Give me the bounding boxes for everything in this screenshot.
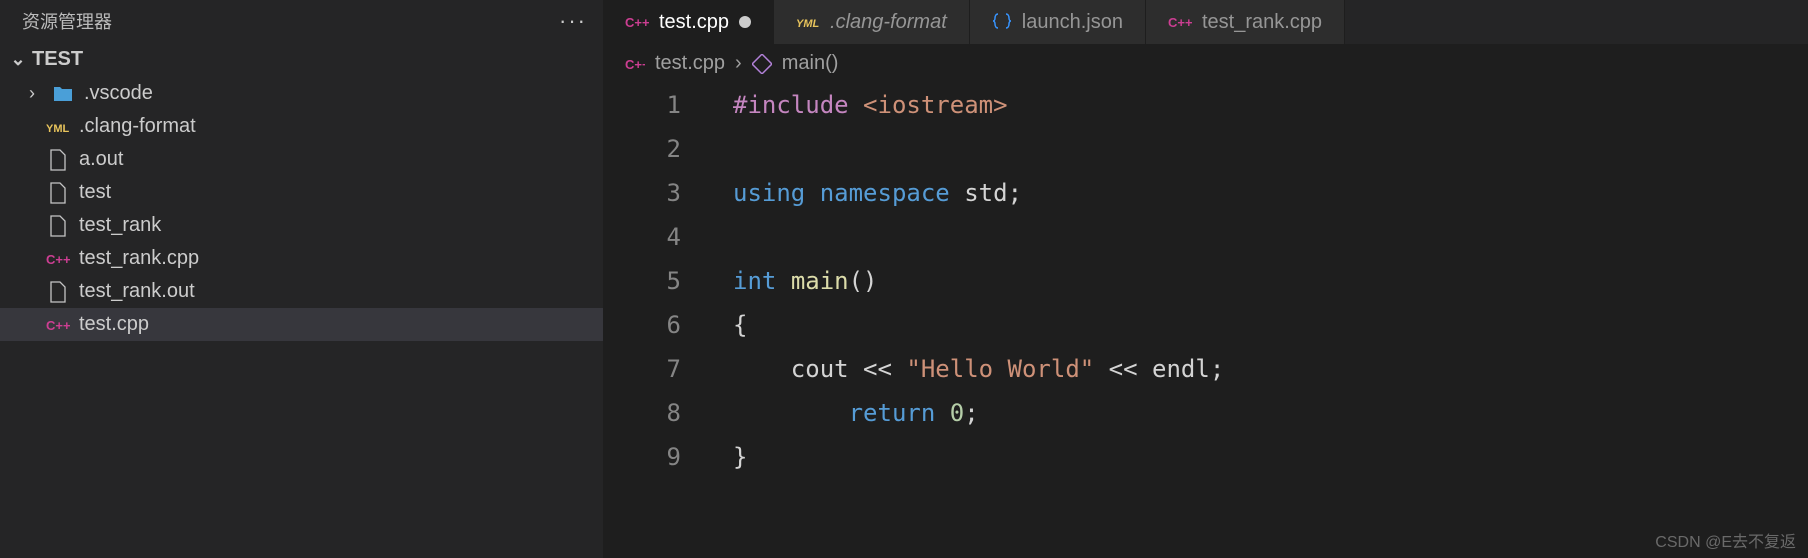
- svg-text:C++: C++: [625, 15, 649, 30]
- chevron-right-icon: ›: [735, 52, 742, 75]
- line-number: 1: [603, 83, 681, 127]
- line-number: 3: [603, 171, 681, 215]
- chevron-right-icon: ›: [22, 83, 42, 104]
- explorer-title: 资源管理器: [22, 8, 112, 34]
- folder-root[interactable]: ⌄ TEST: [0, 42, 603, 77]
- folder-name: TEST: [32, 48, 83, 71]
- editor-area: C++ test.cpp YML .clang-format launch.json C+…: [603, 0, 1808, 558]
- folder-icon: [50, 83, 76, 105]
- yaml-icon: YML: [796, 13, 820, 31]
- item-label: .clang-format: [79, 115, 196, 138]
- yaml-icon: YML: [45, 118, 71, 136]
- item-label: a.out: [79, 148, 123, 171]
- dirty-indicator-icon: [739, 16, 751, 28]
- item-label: test: [79, 181, 111, 204]
- item-label: test.cpp: [79, 313, 149, 336]
- item-label: .vscode: [84, 82, 153, 105]
- item-label: test_rank.out: [79, 280, 195, 303]
- line-number: 5: [603, 259, 681, 303]
- tab-launch-json[interactable]: launch.json: [970, 0, 1146, 44]
- file-item[interactable]: test_rank.out: [0, 275, 603, 308]
- svg-text:C++: C++: [1168, 15, 1192, 30]
- item-label: test_rank.cpp: [79, 247, 199, 270]
- tab-label: launch.json: [1022, 11, 1123, 34]
- file-icon: [45, 182, 71, 204]
- code-line: cout << "Hello World" << endl;: [733, 347, 1808, 391]
- cpp-icon: C++: [625, 13, 649, 31]
- tab-bar: C++ test.cpp YML .clang-format launch.json C+…: [603, 0, 1808, 44]
- file-item[interactable]: YML .clang-format: [0, 110, 603, 143]
- more-actions-icon[interactable]: ···: [559, 8, 587, 34]
- svg-text:C++: C++: [46, 252, 70, 267]
- line-number: 8: [603, 391, 681, 435]
- file-item[interactable]: C++ test_rank.cpp: [0, 242, 603, 275]
- code-lines: #include <iostream> using namespace std; i…: [603, 83, 1808, 479]
- code-line: [733, 215, 1808, 259]
- svg-text:C++: C++: [46, 318, 70, 333]
- cpp-icon: C++: [45, 316, 71, 334]
- tab-label: test_rank.cpp: [1202, 11, 1322, 34]
- chevron-down-icon: ⌄: [8, 49, 28, 70]
- code-line: {: [733, 303, 1808, 347]
- cpp-icon: C++: [1168, 13, 1192, 31]
- line-number: 2: [603, 127, 681, 171]
- breadcrumb[interactable]: C++ test.cpp › main(): [603, 44, 1808, 83]
- code-line: using namespace std;: [733, 171, 1808, 215]
- file-item[interactable]: test: [0, 176, 603, 209]
- svg-text:C++: C++: [625, 57, 645, 72]
- explorer-sidebar: 资源管理器 ··· ⌄ TEST › .vscode YML .clang-forma…: [0, 0, 603, 558]
- svg-text:YML: YML: [46, 123, 70, 135]
- folder-item[interactable]: › .vscode: [0, 77, 603, 110]
- code-line: }: [733, 435, 1808, 479]
- code-line: #include <iostream>: [733, 83, 1808, 127]
- file-icon: [45, 215, 71, 237]
- tab-test_rank-cpp[interactable]: C++ test_rank.cpp: [1146, 0, 1345, 44]
- line-gutter: 123456789: [603, 83, 711, 479]
- tab--clang-format[interactable]: YML .clang-format: [774, 0, 970, 44]
- json-icon: [992, 12, 1012, 32]
- code-line: return 0;: [733, 391, 1808, 435]
- symbol-icon: [752, 54, 772, 74]
- item-label: test_rank: [79, 214, 161, 237]
- watermark: CSDN @E去不复返: [1655, 528, 1796, 552]
- file-icon: [45, 149, 71, 171]
- code-line: [733, 127, 1808, 171]
- explorer-header: 资源管理器 ···: [0, 0, 603, 42]
- breadcrumb-file: test.cpp: [655, 52, 725, 75]
- line-number: 7: [603, 347, 681, 391]
- cpp-icon: C++: [45, 250, 71, 268]
- code-line: int main(): [733, 259, 1808, 303]
- tab-label: .clang-format: [830, 11, 947, 34]
- tab-label: test.cpp: [659, 11, 729, 34]
- file-item[interactable]: a.out: [0, 143, 603, 176]
- file-item[interactable]: test_rank: [0, 209, 603, 242]
- line-number: 9: [603, 435, 681, 479]
- cpp-icon: C++: [625, 54, 645, 74]
- svg-text:YML: YML: [796, 18, 820, 30]
- file-item[interactable]: C++ test.cpp: [0, 308, 603, 341]
- line-number: 6: [603, 303, 681, 347]
- code-editor[interactable]: 123456789 #include <iostream> using names…: [603, 83, 1808, 558]
- breadcrumb-symbol: main(): [782, 52, 839, 75]
- file-icon: [45, 281, 71, 303]
- file-tree: › .vscode YML .clang-format a.out test test_ra…: [0, 77, 603, 558]
- line-number: 4: [603, 215, 681, 259]
- tab-test-cpp[interactable]: C++ test.cpp: [603, 0, 774, 44]
